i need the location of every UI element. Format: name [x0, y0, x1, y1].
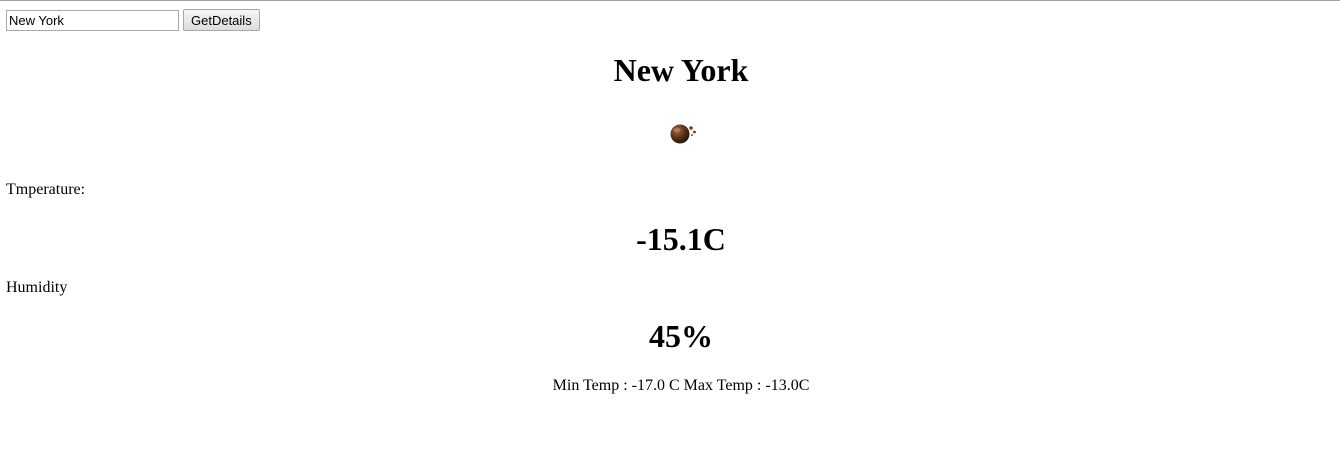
temperature-label: Tmperature: — [6, 181, 86, 198]
city-input[interactable] — [6, 9, 179, 31]
get-details-button[interactable]: GetDetails — [183, 9, 260, 31]
city-title: New York — [613, 52, 749, 88]
search-bar: GetDetails — [6, 9, 260, 31]
min-max-temperature: Min Temp : -17.0 C Max Temp : -13.0C — [552, 377, 810, 394]
temperature-value: -15.1C — [636, 221, 726, 257]
weather-condition-icon — [666, 119, 700, 147]
humidity-value: 45% — [649, 318, 713, 354]
humidity-label: Humidity — [6, 279, 68, 296]
